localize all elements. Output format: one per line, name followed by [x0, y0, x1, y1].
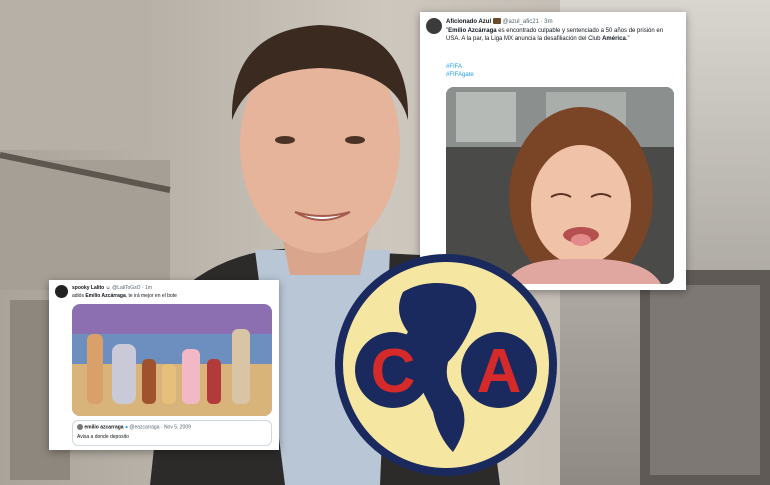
quoted-date[interactable]: Nov 5, 2009	[164, 424, 191, 430]
tweet-text: adiós Emilio Azcárraga, te irá mejor en …	[72, 293, 272, 300]
quoted-author-handle[interactable]: @eazcarraga	[129, 424, 159, 430]
quoted-text: Avisa a donde deposito	[77, 434, 129, 440]
logo-letter-a: A	[477, 337, 522, 406]
tweet-author-handle[interactable]: @azul_afic21	[502, 19, 538, 25]
hashtag-fifagate[interactable]: #FIFAgate	[446, 71, 474, 79]
hashtag-fifa[interactable]: #FIFA	[446, 63, 462, 71]
quoted-tweet[interactable]: emilio azcarraga ● @eazcarraga · Nov 5, …	[72, 420, 272, 446]
tweet-card-main[interactable]: Aficionado Azul @azul_afic21 · 3m "Emili…	[420, 12, 686, 290]
tweet-author-name[interactable]: Aficionado Azul	[446, 19, 491, 25]
tweet-author-name[interactable]: spooky Lalito	[72, 285, 104, 291]
avatar[interactable]	[426, 18, 442, 34]
badge-icon	[492, 18, 501, 25]
tweet-text-bold: Emilio Azcárraga	[85, 293, 126, 299]
tweet-text-prefix: adiós	[72, 293, 86, 299]
tweet-timestamp[interactable]: 1m	[145, 285, 152, 291]
tweet-text-bold-1: Emilio Azcárraga	[448, 28, 497, 34]
ghost-icon: ☺	[105, 285, 111, 291]
avatar[interactable]	[55, 285, 68, 298]
tweet-text-bold-2: América	[602, 36, 626, 42]
logo-letter-c: C	[371, 337, 416, 406]
verified-icon: ●	[124, 424, 128, 431]
cartoon-image	[72, 304, 272, 416]
tweet-text: "Emilio Azcárraga es encontrado culpable…	[446, 28, 664, 42]
tweet-author-handle[interactable]: @LaliToGsO	[112, 285, 140, 291]
club-america-logo: C A	[335, 254, 557, 476]
tweet-timestamp[interactable]: 3m	[544, 19, 552, 25]
tweet-text-part-2: .	[625, 36, 628, 42]
tweet-media-image[interactable]	[72, 304, 272, 416]
avatar[interactable]	[77, 424, 83, 430]
quoted-author-name[interactable]: emilio azcarraga	[84, 424, 123, 430]
tweet-card-reply[interactable]: spooky Lalito ☺ @LaliToGsO · 1m adiós Em…	[49, 280, 279, 450]
tweet-text-suffix: , te irá mejor en el bote	[125, 293, 177, 299]
